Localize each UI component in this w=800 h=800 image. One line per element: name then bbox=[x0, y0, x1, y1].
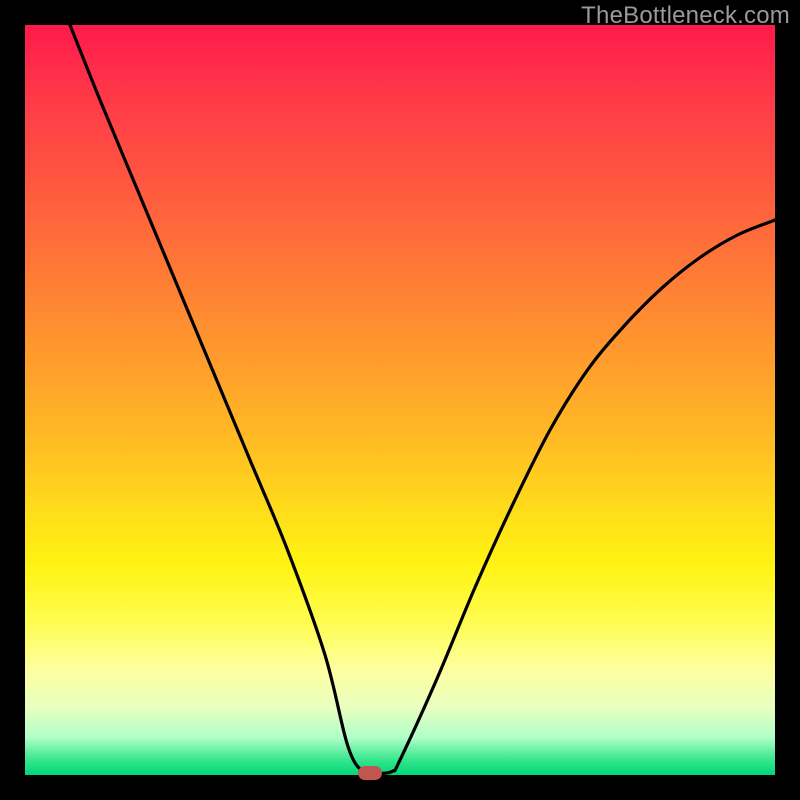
chart-frame: TheBottleneck.com bbox=[0, 0, 800, 800]
optimal-point-marker bbox=[358, 766, 382, 780]
plot-area bbox=[25, 25, 775, 775]
bottleneck-curve bbox=[25, 25, 775, 775]
